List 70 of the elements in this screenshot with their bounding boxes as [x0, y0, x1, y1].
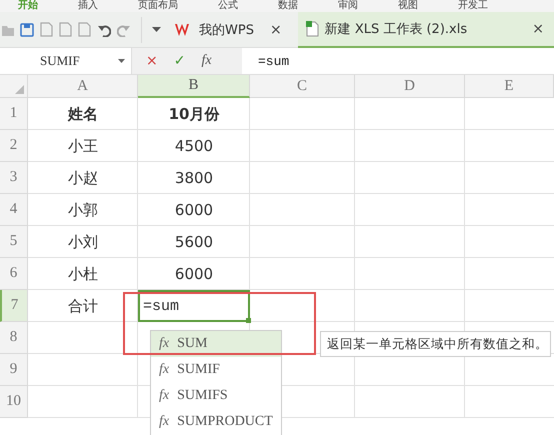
cell-text: 10月份 [168, 104, 220, 124]
undo-icon[interactable] [97, 22, 111, 36]
column-header[interactable]: A [28, 75, 138, 98]
active-cell[interactable]: =sum [138, 290, 250, 322]
cell-text: 小王 [68, 136, 98, 156]
function-icon: fx [159, 414, 170, 430]
function-icon: fx [159, 336, 170, 352]
row-header[interactable]: 4 [0, 194, 28, 226]
column-header[interactable]: B [138, 75, 250, 98]
caret-icon[interactable] [152, 26, 161, 32]
cell-text: 小杜 [68, 264, 98, 284]
function-icon: fx [159, 388, 170, 404]
close-button[interactable]: × [270, 22, 282, 38]
row-header[interactable]: 8 [0, 322, 28, 354]
function-name: SUMIFS [177, 388, 228, 404]
cell-text: 6000 [174, 265, 214, 283]
menu-tab[interactable]: 页面布局 [120, 0, 200, 12]
menu-tab[interactable]: 数据 [260, 0, 320, 12]
function-suggestion[interactable]: fx SUM [151, 331, 281, 357]
document-tab[interactable]: 新建 XLS 工作表 (2).xls × [298, 12, 554, 48]
menu-tab[interactable]: 开发工 [440, 0, 510, 12]
close-button[interactable]: × [532, 20, 544, 36]
function-suggestion[interactable]: fx SUMPRODUCT [151, 409, 281, 435]
cancel-button[interactable]: × [146, 53, 158, 69]
formula-field[interactable]: =sum [242, 54, 290, 68]
fill-handle[interactable] [246, 318, 251, 323]
row-header[interactable]: 1 [0, 98, 28, 130]
document-tab[interactable]: 我的WPS × [167, 12, 292, 48]
row-header[interactable]: 10 [0, 386, 28, 418]
row-header[interactable]: 3 [0, 162, 28, 194]
row-header[interactable]: 2 [0, 130, 28, 162]
document-icon[interactable] [40, 22, 53, 37]
function-suggestion[interactable]: fx SUMIFS [151, 383, 281, 409]
caret-icon [118, 59, 125, 63]
save-icon[interactable] [20, 22, 34, 36]
cell-text: 6000 [174, 201, 214, 219]
row-header[interactable]: 6 [0, 258, 28, 290]
column-header[interactable]: C [250, 75, 355, 98]
cell-text: 小刘 [68, 232, 98, 252]
select-all-corner[interactable] [0, 75, 28, 98]
cell-text: 小赵 [68, 168, 98, 188]
function-suggestion[interactable]: fx SUMIF [151, 357, 281, 383]
function-name: SUMPRODUCT [177, 414, 273, 430]
triangle-icon [15, 85, 24, 94]
function-icon: fx [159, 362, 170, 378]
insert-function-button[interactable]: fx [201, 53, 212, 69]
document-icon[interactable] [59, 22, 72, 37]
menu-tab[interactable]: 视图 [380, 0, 440, 12]
function-name: SUMIF [177, 362, 220, 378]
cell-text: 合计 [68, 296, 98, 316]
cell-text: 小郭 [68, 200, 98, 220]
function-tooltip: 返回某一单元格区域中所有数值之和。 [320, 331, 551, 357]
tab-label: 我的WPS [199, 22, 254, 38]
function-name: SUM [177, 336, 208, 352]
column-header[interactable]: D [355, 75, 465, 98]
cell-text: 姓名 [68, 104, 98, 124]
menu-tab[interactable]: 公式 [200, 0, 260, 12]
cell-text: 5600 [174, 233, 214, 251]
menu-tab[interactable]: 插入 [60, 0, 120, 12]
column-header[interactable]: E [465, 75, 554, 98]
menu-tab[interactable]: 开始 [0, 0, 60, 12]
cell-text: 4500 [174, 137, 214, 155]
row-header[interactable]: 7 [0, 290, 28, 322]
cell-text: 3800 [174, 169, 214, 187]
document-icon[interactable] [78, 22, 91, 37]
spreadsheet-file-icon [306, 20, 319, 36]
row-header[interactable]: 5 [0, 226, 28, 258]
redo-icon[interactable] [117, 22, 131, 36]
tab-label: 新建 XLS 工作表 (2).xls [324, 20, 468, 38]
row-header[interactable]: 9 [0, 354, 28, 386]
